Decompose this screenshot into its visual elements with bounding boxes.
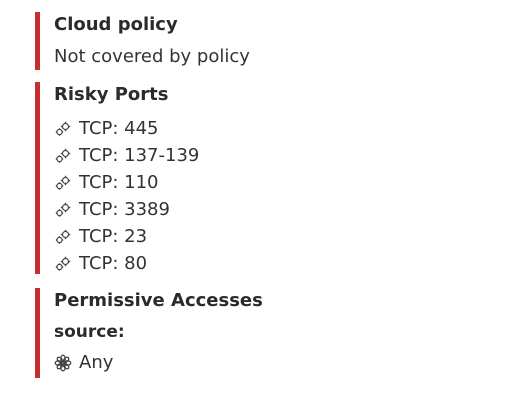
port-label: TCP: 80 [79,252,148,274]
port-item: TCP: 23 [54,223,495,250]
port-label: TCP: 137-139 [79,144,200,166]
port-item: TCP: 110 [54,169,495,196]
gears-icon [54,228,72,246]
port-item: TCP: 137-139 [54,142,495,169]
source-item: Any [54,349,495,376]
gears-icon [54,147,72,165]
gears-icon [54,201,72,219]
risky-ports-section: Risky Ports TCP: 445 TCP: 137-139 TCP: 1… [35,82,495,274]
cloud-policy-section: Cloud policy Not covered by policy [35,12,495,70]
cloud-policy-title: Cloud policy [54,14,178,35]
gears-icon [54,120,72,138]
gears-icon [54,174,72,192]
port-item: TCP: 3389 [54,196,495,223]
port-label: TCP: 445 [79,117,159,139]
gears-icon [54,255,72,273]
port-label: TCP: 23 [79,225,148,247]
port-item: TCP: 445 [54,115,495,142]
permissive-accesses-title: Permissive Accesses [54,290,263,311]
port-item: TCP: 80 [54,250,495,277]
source-label: source: [54,322,125,342]
risky-ports-title: Risky Ports [54,84,169,105]
port-label: TCP: 3389 [79,198,170,220]
source-value: Any [79,351,114,373]
cloud-policy-value: Not covered by policy [54,46,250,67]
port-label: TCP: 110 [79,171,159,193]
asterisk-flower-icon [54,354,72,372]
permissive-accesses-section: Permissive Accesses source: Any [35,288,495,378]
